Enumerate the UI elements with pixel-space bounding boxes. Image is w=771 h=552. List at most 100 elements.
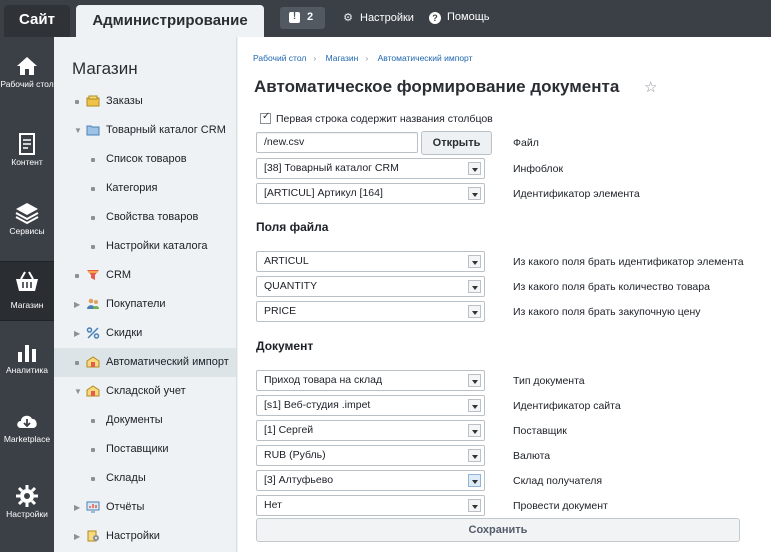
- icon-sidebar: Рабочий стол Контент Сервисы Магазин Ана…: [0, 37, 54, 552]
- dropdown-arrow-icon: [468, 399, 481, 412]
- dropdown-arrow-icon: [468, 499, 481, 512]
- file-path-input[interactable]: /new.csv: [256, 132, 418, 153]
- nav-content[interactable]: Контент: [0, 131, 54, 167]
- dropdown-arrow-icon: [468, 449, 481, 462]
- expanded-arrow-icon: ▼: [74, 126, 82, 135]
- bullet-icon: [91, 419, 95, 423]
- breadcrumb-item[interactable]: Автоматический импорт: [378, 53, 473, 63]
- element-id-label: Идентификатор элемента: [513, 188, 640, 200]
- cloud-download-icon: [17, 415, 37, 428]
- dropdown-arrow-icon: [468, 305, 481, 318]
- menu-item-documents[interactable]: Документы: [54, 406, 236, 435]
- bullet-icon: [91, 187, 95, 191]
- help-icon: ?: [429, 12, 441, 24]
- currency-select[interactable]: RUB (Рубль): [256, 445, 485, 466]
- folder-icon: [86, 125, 100, 136]
- basket-icon: [16, 271, 38, 291]
- id-field-select[interactable]: ARTICUL: [256, 251, 485, 272]
- post-document-select[interactable]: Нет: [256, 495, 485, 516]
- menu-item-product-list[interactable]: Список товаров: [54, 145, 236, 174]
- dropdown-arrow-icon: [468, 424, 481, 437]
- warehouse-select[interactable]: [3] Алтуфьево: [256, 470, 485, 491]
- menu-item-reports[interactable]: ▶ Отчёты: [54, 493, 236, 522]
- bullet-icon: [91, 448, 95, 452]
- section-file-fields: Поля файла: [256, 220, 329, 234]
- menu-item-suppliers[interactable]: Поставщики: [54, 435, 236, 464]
- star-icon[interactable]: ☆: [644, 78, 657, 96]
- funnel-icon: [87, 270, 99, 280]
- warehouse-label: Склад получателя: [513, 475, 603, 487]
- quantity-field-select[interactable]: QUANTITY: [256, 276, 485, 297]
- header-row-checkbox-label: Первая строка содержит названия столбцов: [276, 113, 493, 125]
- menu-item-crm-catalog[interactable]: ▼ Товарный каталог CRM: [54, 116, 236, 145]
- price-field-select[interactable]: PRICE: [256, 301, 485, 322]
- menu-item-catalog-settings[interactable]: Настройки каталога: [54, 232, 236, 261]
- menu-item-warehouses[interactable]: Склады: [54, 464, 236, 493]
- warehouse-icon: [86, 356, 100, 368]
- settings-link[interactable]: ⚙ Настройки: [342, 11, 414, 24]
- bullet-icon: [75, 100, 79, 104]
- breadcrumb-separator-icon: ›: [313, 53, 317, 63]
- nav-marketplace[interactable]: Marketplace: [0, 408, 54, 444]
- percent-icon: [86, 327, 100, 339]
- nav-shop[interactable]: Магазин: [0, 261, 54, 321]
- menu-item-product-properties[interactable]: Свойства товаров: [54, 203, 236, 232]
- nav-desktop[interactable]: Рабочий стол: [0, 53, 54, 89]
- menu-item-crm[interactable]: CRM: [54, 261, 236, 290]
- infoblock-select[interactable]: [38] Товарный каталог CRM: [256, 158, 485, 179]
- price-field-label: Из какого поля брать закупочную цену: [513, 306, 701, 318]
- nav-analytics[interactable]: Аналитика: [0, 339, 54, 375]
- menu-item-category[interactable]: Категория: [54, 174, 236, 203]
- nav-settings[interactable]: Настройки: [0, 483, 54, 519]
- gear-icon: ⚙: [343, 12, 353, 24]
- bullet-icon: [91, 245, 95, 249]
- layers-icon: [15, 203, 39, 225]
- breadcrumb-item[interactable]: Магазин: [326, 53, 359, 63]
- post-document-label: Провести документ: [513, 500, 608, 512]
- bullet-icon: [91, 158, 95, 162]
- tab-site[interactable]: Сайт: [4, 5, 70, 37]
- save-button[interactable]: Сохранить: [256, 518, 740, 542]
- box-icon: [86, 95, 100, 107]
- notifications-count: 2: [307, 11, 314, 23]
- notifications-button[interactable]: 2: [280, 7, 325, 29]
- infoblock-label: Инфоблок: [513, 163, 564, 175]
- alert-icon: [289, 11, 300, 23]
- supplier-select[interactable]: [1] Сергей: [256, 420, 485, 441]
- menu-item-discounts[interactable]: ▶ Скидки: [54, 319, 236, 348]
- help-link[interactable]: ? Помощь: [429, 11, 490, 24]
- breadcrumb-separator-icon: ›: [365, 53, 369, 63]
- bullet-icon: [91, 477, 95, 481]
- bar-chart-icon: [18, 345, 36, 362]
- document-icon: [19, 133, 35, 155]
- gear-icon: [16, 485, 38, 507]
- nav-services[interactable]: Сервисы: [0, 200, 54, 236]
- collapsed-arrow-icon: ▶: [74, 503, 81, 512]
- menu-item-auto-import[interactable]: Автоматический импорт: [54, 348, 236, 377]
- menu-item-customers[interactable]: ▶ Покупатели: [54, 290, 236, 319]
- header-row-checkbox[interactable]: [260, 111, 271, 124]
- users-icon: [87, 298, 99, 309]
- collapsed-arrow-icon: ▶: [74, 300, 81, 309]
- menu-item-settings[interactable]: ▶ Настройки: [54, 522, 236, 551]
- dropdown-arrow-icon: [468, 474, 481, 487]
- home-icon: [17, 57, 37, 75]
- open-file-button[interactable]: Открыть: [421, 131, 492, 155]
- top-bar: Сайт Администрирование 2 ⚙Настройки ?Пом…: [0, 0, 771, 37]
- menu-item-orders[interactable]: Заказы: [54, 87, 236, 116]
- dropdown-arrow-icon: [468, 280, 481, 293]
- quantity-field-label: Из какого поля брать количество товара: [513, 281, 710, 293]
- bullet-icon: [75, 274, 79, 278]
- main-content: Рабочий стол › Магазин › Автоматический им…: [238, 37, 771, 552]
- menu-item-inventory[interactable]: ▼ Складской учет: [54, 377, 236, 406]
- breadcrumb-item[interactable]: Рабочий стол: [253, 53, 306, 63]
- currency-label: Валюта: [513, 450, 551, 462]
- collapsed-arrow-icon: ▶: [74, 532, 81, 541]
- expanded-arrow-icon: ▼: [74, 387, 82, 396]
- tab-administration[interactable]: Администрирование: [76, 5, 264, 37]
- doc-type-select[interactable]: Приход товара на склад: [256, 370, 485, 391]
- site-id-select[interactable]: [s1] Веб-студия .impet: [256, 395, 485, 416]
- menu-title: Магазин: [72, 59, 138, 78]
- file-label: Файл: [513, 137, 539, 149]
- element-id-select[interactable]: [ARTICUL] Артикул [164]: [256, 183, 485, 204]
